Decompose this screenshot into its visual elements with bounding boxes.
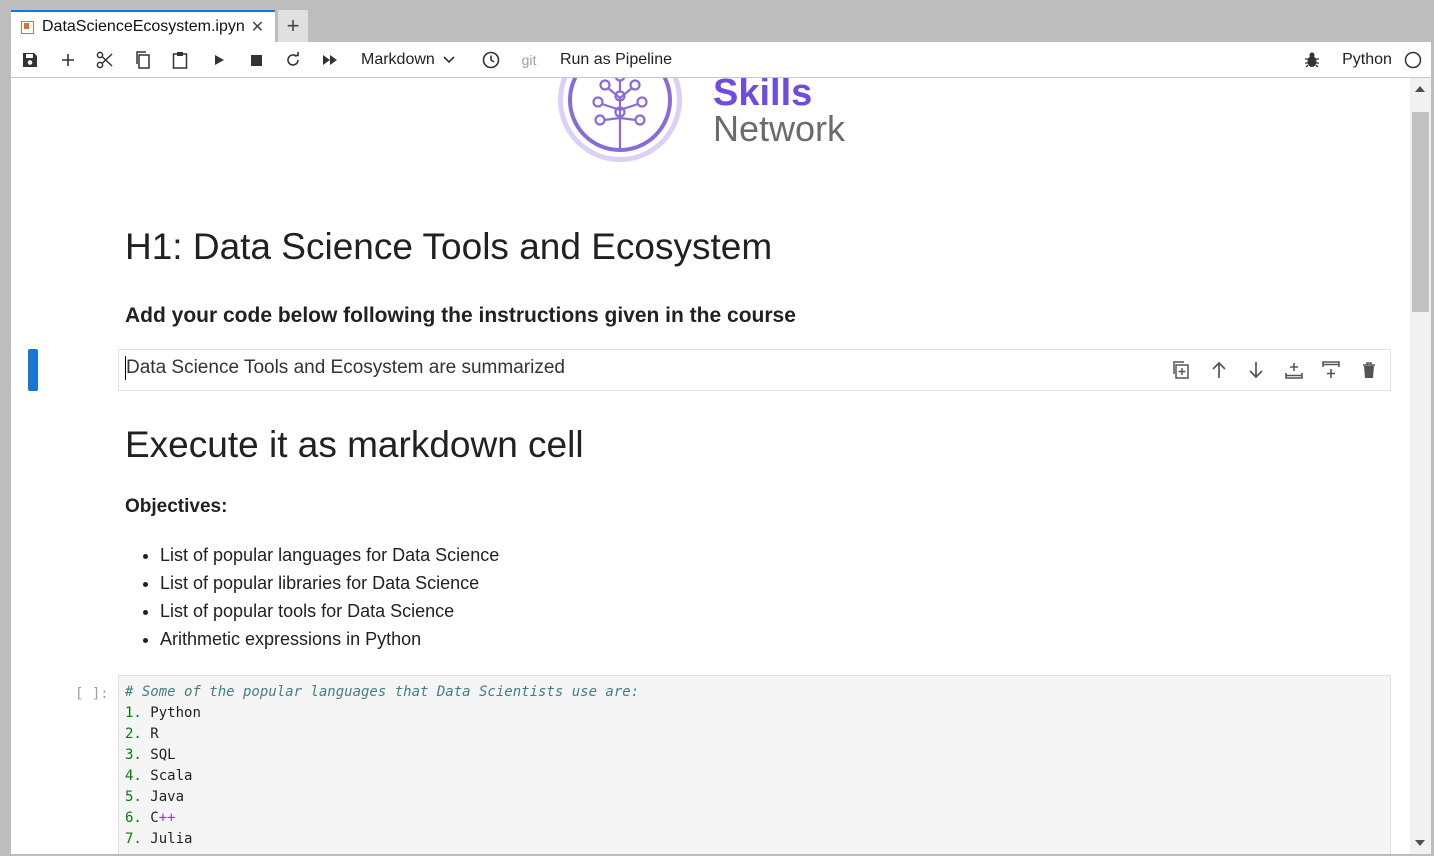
code-line: 3. SQL <box>125 745 176 766</box>
play-icon <box>215 55 224 65</box>
clock-icon <box>482 51 500 69</box>
objectives-list: List of popular languages for Data Scien… <box>141 541 499 653</box>
code-line: 1. Python <box>125 703 201 724</box>
circle-status-icon <box>1404 51 1422 69</box>
line-text: SQL <box>150 747 176 763</box>
tab-notebook[interactable]: DataScienceEcosystem.ipyn ✕ <box>11 10 275 42</box>
line-operator: ++ <box>158 810 176 826</box>
line-number: 7. <box>125 831 142 847</box>
line-text: Python <box>150 705 201 721</box>
arrow-down-icon <box>1249 362 1263 379</box>
stop-icon <box>250 54 262 66</box>
skills-network-logo <box>558 78 682 162</box>
cell-type-value: Markdown <box>361 51 435 68</box>
kernel-status-idle <box>1402 42 1424 78</box>
line-number: 5. <box>125 789 142 805</box>
list-item: List of popular libraries for Data Scien… <box>160 569 499 597</box>
refresh-icon <box>287 52 299 66</box>
insert-below-icon <box>1322 361 1340 378</box>
code-line: 5. Java <box>125 787 184 808</box>
close-icon[interactable]: ✕ <box>251 17 264 37</box>
trash-icon <box>1363 362 1375 378</box>
tab-title: DataScienceEcosystem.ipyn <box>42 18 245 35</box>
code-comment: # Some of the popular languages that Dat… <box>125 684 640 700</box>
chevron-down-icon <box>443 56 455 64</box>
duplicate-cell-button[interactable] <box>1167 350 1195 390</box>
list-item: List of popular tools for Data Science <box>160 597 499 625</box>
save-button[interactable] <box>19 42 41 78</box>
debugger-button[interactable] <box>1301 42 1323 78</box>
fast-forward-icon <box>323 55 337 65</box>
kernel-name[interactable]: Python <box>1339 42 1395 78</box>
run-button[interactable] <box>208 42 230 78</box>
code-line: 7. Julia <box>125 829 192 850</box>
notebook-toolbar: Markdown git Run as Pipeline Python <box>11 42 1431 78</box>
paste-button[interactable] <box>169 42 191 78</box>
move-down-button[interactable] <box>1242 350 1270 390</box>
line-number: 3. <box>125 747 142 763</box>
code-line: 2. R <box>125 724 159 745</box>
line-text: C <box>150 810 159 826</box>
new-tab-button[interactable]: + <box>278 10 308 42</box>
line-text: R <box>150 726 159 742</box>
markdown-edit-cell[interactable]: Data Science Tools and Ecosystem are sum… <box>118 349 1391 391</box>
execution-prompt: [ ]: <box>75 686 109 702</box>
insert-above-button[interactable] <box>1280 350 1308 390</box>
paste-icon <box>172 52 188 69</box>
objectives-label: Objectives: <box>125 496 228 517</box>
interrupt-button[interactable] <box>245 42 267 78</box>
plus-icon <box>62 54 74 66</box>
heading-instructions: Add your code below following the instru… <box>125 304 796 327</box>
line-text: Julia <box>150 831 193 847</box>
notebook-panel: Skills Network H1: Data Science Tools an… <box>11 78 1410 854</box>
line-number: 6. <box>125 810 142 826</box>
vertical-scrollbar[interactable] <box>1410 78 1431 854</box>
add-cell-button[interactable] <box>57 42 79 78</box>
line-number: 4. <box>125 768 142 784</box>
tab-bar: DataScienceEcosystem.ipyn ✕ + <box>0 0 1434 42</box>
code-line: 4. Scala <box>125 766 192 787</box>
history-button[interactable] <box>480 42 502 78</box>
move-up-button[interactable] <box>1205 350 1233 390</box>
code-cell[interactable]: # Some of the popular languages that Dat… <box>118 675 1391 854</box>
insert-above-icon <box>1285 363 1303 379</box>
restart-button[interactable] <box>282 42 304 78</box>
git-button[interactable]: git <box>516 42 542 78</box>
cell-type-select[interactable]: Markdown <box>361 42 463 78</box>
run-all-button[interactable] <box>319 42 341 78</box>
list-item: List of popular languages for Data Scien… <box>160 541 499 569</box>
arrow-up-icon <box>1212 361 1226 378</box>
active-cell-indicator <box>28 349 38 391</box>
insert-below-button[interactable] <box>1317 350 1345 390</box>
logo-inner-circle <box>568 78 672 152</box>
notebook-icon <box>21 20 34 34</box>
run-as-pipeline-button[interactable]: Run as Pipeline <box>558 42 674 78</box>
copy-button[interactable] <box>132 42 154 78</box>
duplicate-icon <box>1173 361 1189 379</box>
heading-execute-markdown: Execute it as markdown cell <box>125 424 584 465</box>
logo-text-network: Network <box>713 108 846 149</box>
heading-h1: H1: Data Science Tools and Ecosystem <box>125 226 773 267</box>
scroll-up-arrow-icon[interactable] <box>1415 86 1425 92</box>
list-item: Arithmetic expressions in Python <box>160 625 499 653</box>
scissors-icon <box>96 51 113 69</box>
line-text: Java <box>150 789 185 805</box>
save-icon <box>23 53 37 67</box>
code-line: 6. C++ <box>125 808 176 829</box>
scroll-down-arrow-icon[interactable] <box>1415 840 1425 846</box>
line-number: 2. <box>125 726 142 742</box>
line-number: 1. <box>125 705 142 721</box>
copy-icon <box>136 51 150 69</box>
markdown-cell-text[interactable]: Data Science Tools and Ecosystem are sum… <box>126 357 565 379</box>
tree-network-icon <box>592 78 648 148</box>
bug-icon <box>1305 52 1319 68</box>
delete-cell-button[interactable] <box>1355 350 1383 390</box>
cut-button[interactable] <box>94 42 116 78</box>
scrollbar-thumb[interactable] <box>1412 112 1429 312</box>
line-text: Scala <box>150 768 193 784</box>
